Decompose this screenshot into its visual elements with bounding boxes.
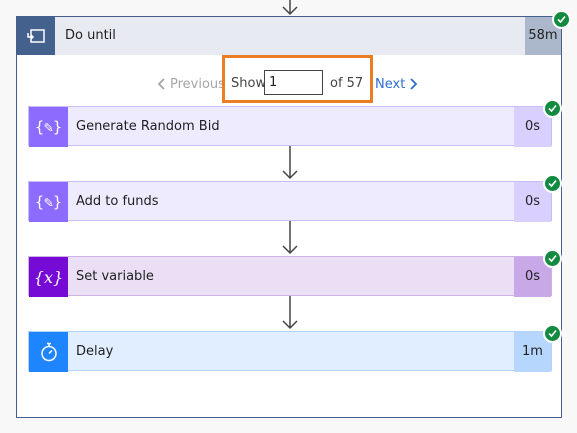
step-title: Delay [76,344,114,359]
do-until-title: Do until [65,28,116,43]
success-check-icon [552,10,571,29]
step-delay[interactable]: Delay 1m [28,331,552,372]
step-generate-random-bid[interactable]: {✎} Generate Random Bid 0s [28,106,552,147]
step-title: Set variable [76,269,154,284]
step-set-variable[interactable]: {x} Set variable 0s [28,256,552,297]
incoming-arrow-icon [282,0,298,16]
flow-arrow-icon [282,296,298,330]
compose-icon: {✎} [29,107,68,147]
previous-button[interactable]: Previous [157,70,230,98]
pager-highlight-box [222,55,373,103]
previous-label: Previous [170,76,225,92]
compose-icon: {✎} [29,182,68,222]
variable-icon: {x} [29,257,68,297]
success-check-icon [543,324,562,343]
chevron-right-icon [410,78,418,90]
step-title: Add to funds [76,194,159,209]
flow-arrow-icon [282,146,298,180]
step-add-to-funds[interactable]: {✎} Add to funds 0s [28,181,552,222]
success-check-icon [543,99,562,118]
flow-arrow-icon [282,221,298,255]
step-title: Generate Random Bid [76,119,220,134]
success-check-icon [543,174,562,193]
chevron-left-icon [157,78,165,90]
success-check-icon [543,249,562,268]
timer-icon [29,332,68,372]
next-label: Next [375,76,406,92]
loop-icon [17,17,55,55]
next-button[interactable]: Next [375,70,418,98]
